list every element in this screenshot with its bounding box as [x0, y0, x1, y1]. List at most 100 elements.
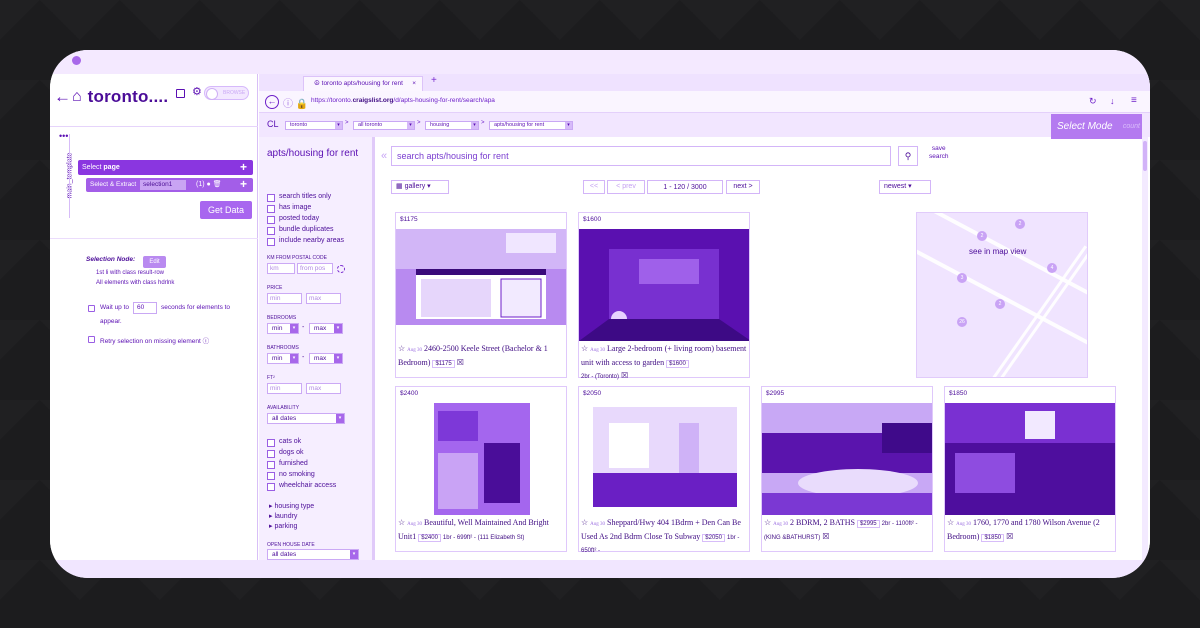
crumb-select[interactable]: all toronto ▾ [353, 121, 415, 130]
filter-checkbox[interactable]: wheelchair access [267, 482, 336, 491]
availability-select[interactable]: all dates ▾ [267, 413, 345, 424]
pager-next[interactable]: next > [726, 180, 760, 194]
listing-card[interactable]: $2400 ☆ Aug 30 Beautiful, Well Maintaine… [395, 386, 567, 552]
filter-checkbox[interactable]: search titles only [267, 193, 331, 202]
scrollbar-thumb[interactable] [1143, 141, 1147, 171]
collapse-icon[interactable]: « [381, 150, 387, 162]
search-icon[interactable]: ⚲ [898, 146, 918, 166]
filter-checkbox[interactable]: furnished [267, 460, 308, 469]
add-command-icon[interactable]: + [240, 178, 247, 191]
map-pin-icon[interactable]: 4 [1047, 263, 1057, 273]
save-search-link[interactable]: save search [929, 145, 949, 161]
wait-checkbox[interactable] [88, 305, 95, 312]
ft-min-input[interactable]: min [267, 383, 302, 394]
postal-code-input[interactable]: from pos [297, 263, 333, 274]
map-pin-icon[interactable]: 26 [957, 317, 967, 327]
ft-max-input[interactable]: max [306, 383, 341, 394]
url-field[interactable]: https://toronto.craigslist.org/d/apts-ho… [311, 97, 495, 104]
more-icon[interactable]: ••• [59, 131, 68, 141]
pager-prev[interactable]: < prev [607, 180, 645, 194]
listing-card[interactable]: $2995 ☆ Aug 30 2 BDRM, 2 BATHS $2995 2br… [761, 386, 933, 552]
get-data-button[interactable]: Get Data [200, 201, 252, 219]
browser-tab[interactable]: ☮ toronto apts/housing for rent × [303, 76, 423, 91]
hide-icon[interactable]: ☒ [1006, 532, 1013, 541]
map-pin-icon[interactable]: 2 [1015, 219, 1025, 229]
star-icon[interactable]: ☆ [581, 344, 588, 353]
back-icon[interactable]: ← [265, 95, 279, 109]
star-icon[interactable]: ☆ [947, 518, 954, 527]
save-icon[interactable] [176, 89, 185, 98]
listing-photo[interactable] [579, 229, 749, 341]
bathrooms-min-select[interactable]: min ▾ [267, 353, 299, 364]
gear-icon[interactable]: ⚙ [192, 85, 202, 98]
view-select[interactable]: ▦ gallery ▾ [391, 180, 449, 194]
trash-icon[interactable]: 🗑 [213, 181, 222, 188]
select-page-row[interactable]: Select page + [78, 160, 253, 175]
new-tab-icon[interactable]: + [431, 75, 437, 86]
search-input[interactable]: search apts/housing for rent [391, 146, 891, 166]
filter-checkbox[interactable]: include nearby areas [267, 237, 344, 246]
tab-main-template[interactable]: main_template [67, 148, 74, 204]
star-icon[interactable]: ☆ [398, 518, 405, 527]
menu-icon[interactable]: ≡ [1131, 95, 1137, 106]
wait-seconds-input[interactable]: 60 [133, 302, 158, 314]
filter-checkbox[interactable]: has image [267, 204, 311, 213]
listing-photo[interactable] [945, 403, 1115, 515]
km-input[interactable]: km [267, 263, 295, 274]
price-max-input[interactable]: max [306, 293, 341, 304]
edit-button[interactable]: Edit [143, 256, 166, 268]
crumb-select[interactable]: toronto ▾ [285, 121, 343, 130]
listing-photo[interactable] [762, 403, 932, 515]
sort-select[interactable]: newest ▾ [879, 180, 931, 194]
filter-checkbox[interactable]: cats ok [267, 438, 301, 447]
reload-icon[interactable]: ↻ [1089, 96, 1097, 107]
listing-card[interactable]: $2050 ☆ Aug 30 Sheppard/Hwy 404 1Bdrm + … [578, 386, 750, 554]
hide-icon[interactable]: ☒ [457, 358, 464, 367]
filter-link[interactable]: ▸ parking [269, 522, 297, 530]
crumb-select[interactable]: housing ▾ [425, 121, 479, 130]
listing-title[interactable]: 2 BDRM, 2 BATHS [790, 518, 855, 527]
map-pin-icon[interactable]: 2 [995, 299, 1005, 309]
page-scrollbar[interactable] [1142, 137, 1148, 560]
locate-icon[interactable] [337, 265, 345, 273]
bathrooms-max-select[interactable]: max ▾ [309, 353, 343, 364]
bedrooms-min-select[interactable]: min ▾ [267, 323, 299, 334]
filter-scrollbar[interactable] [372, 137, 375, 560]
home-icon[interactable]: ⌂ [72, 88, 82, 106]
map-view-link[interactable]: see in map view [969, 247, 1026, 256]
hide-icon[interactable]: ☒ [621, 371, 628, 380]
help-icon[interactable]: ⓘ [203, 338, 210, 345]
open-house-select[interactable]: all dates ▾ [267, 549, 359, 560]
filter-checkbox[interactable]: dogs ok [267, 449, 304, 458]
crumb-select[interactable]: apts/housing for rent ▾ [489, 121, 573, 130]
retry-checkbox[interactable] [88, 336, 95, 343]
listing-title[interactable]: Large 2-bedroom (+ living room) basement… [581, 344, 746, 367]
filter-checkbox[interactable]: posted today [267, 215, 319, 224]
selection-name-input[interactable]: selection1 [140, 180, 187, 190]
select-extract-row[interactable]: Select & Extract selection1 (1) ● 🗑 + [86, 178, 253, 192]
back-arrow-icon[interactable]: ← [54, 87, 71, 107]
map-preview[interactable]: 2 2 3 2 26 4 see in map view [916, 212, 1088, 378]
info-icon[interactable]: ⓘ 🔒 [283, 95, 308, 110]
bedrooms-max-select[interactable]: max ▾ [309, 323, 343, 334]
filter-checkbox[interactable]: bundle duplicates [267, 226, 334, 235]
pager-first[interactable]: << [583, 180, 605, 194]
listing-photo[interactable] [579, 403, 749, 515]
filter-link[interactable]: ▸ laundry [269, 512, 297, 520]
star-icon[interactable]: ☆ [764, 518, 771, 527]
listing-photo[interactable] [396, 229, 566, 325]
filter-checkbox[interactable]: no smoking [267, 471, 315, 480]
star-icon[interactable]: ☆ [398, 344, 405, 353]
close-tab-icon[interactable]: × [412, 77, 416, 91]
user-icon[interactable]: ● [207, 181, 211, 188]
price-min-input[interactable]: min [267, 293, 302, 304]
hide-icon[interactable]: ☒ [822, 532, 829, 541]
filter-link[interactable]: ▸ housing type [269, 502, 314, 510]
listing-card[interactable]: $1175 ☆ Aug 30 2460-2500 Keele Street (B… [395, 212, 567, 378]
select-mode-overlay[interactable]: Select Mode count [1051, 114, 1142, 139]
cl-logo[interactable]: CL [267, 119, 279, 129]
map-pin-icon[interactable]: 2 [977, 231, 987, 241]
map-pin-icon[interactable]: 3 [957, 273, 967, 283]
star-icon[interactable]: ☆ [581, 518, 588, 527]
download-icon[interactable]: ↓ [1110, 96, 1115, 106]
